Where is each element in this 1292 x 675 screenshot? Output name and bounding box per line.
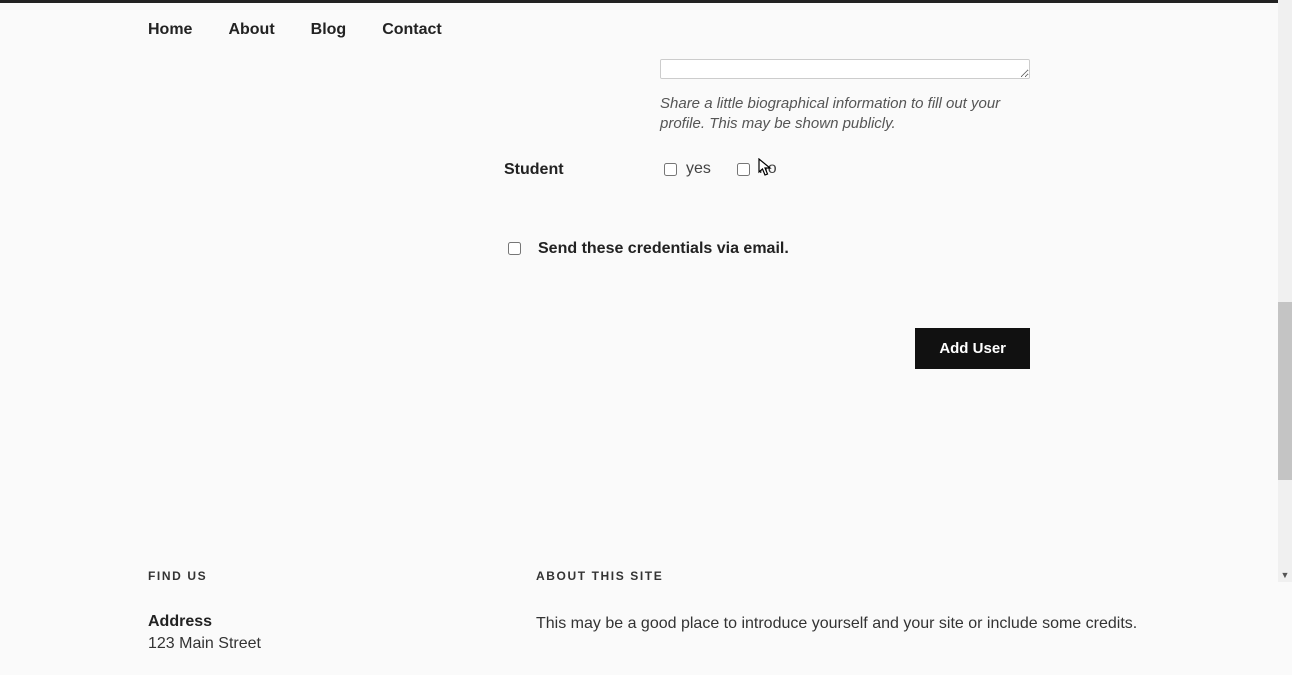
address-label: Address xyxy=(148,613,530,631)
student-label: Student xyxy=(504,159,660,179)
bio-helper-text: Share a little biographical information … xyxy=(660,94,1030,133)
footer: FIND US Address 123 Main Street ABOUT TH… xyxy=(0,569,1292,675)
nav-contact[interactable]: Contact xyxy=(382,21,442,39)
about-heading: ABOUT THIS SITE xyxy=(536,569,1144,583)
student-no-checkbox[interactable] xyxy=(737,163,750,176)
student-no-label: no xyxy=(759,160,777,178)
student-yes-option[interactable]: yes xyxy=(660,160,711,179)
scrollbar-thumb[interactable] xyxy=(1278,302,1292,480)
nav-blog[interactable]: Blog xyxy=(311,21,347,39)
nav-home[interactable]: Home xyxy=(148,21,192,39)
scrollbar-down-icon[interactable]: ▼ xyxy=(1278,568,1292,582)
student-options: yes no xyxy=(660,160,1174,179)
nav-about[interactable]: About xyxy=(228,21,274,39)
student-yes-label: yes xyxy=(686,160,711,178)
send-credentials-label: Send these credentials via email. xyxy=(538,240,789,258)
about-text: This may be a good place to introduce yo… xyxy=(536,613,1144,635)
main-nav: Home About Blog Contact xyxy=(0,3,1292,49)
student-yes-checkbox[interactable] xyxy=(664,163,677,176)
scrollbar[interactable]: ▼ xyxy=(1278,0,1292,582)
address-line1: 123 Main Street xyxy=(148,633,530,655)
student-no-option[interactable]: no xyxy=(733,160,777,179)
add-user-button[interactable]: Add User xyxy=(915,328,1030,369)
send-credentials-checkbox[interactable] xyxy=(508,242,521,255)
find-us-heading: FIND US xyxy=(148,569,530,583)
bio-textarea[interactable] xyxy=(660,59,1030,79)
